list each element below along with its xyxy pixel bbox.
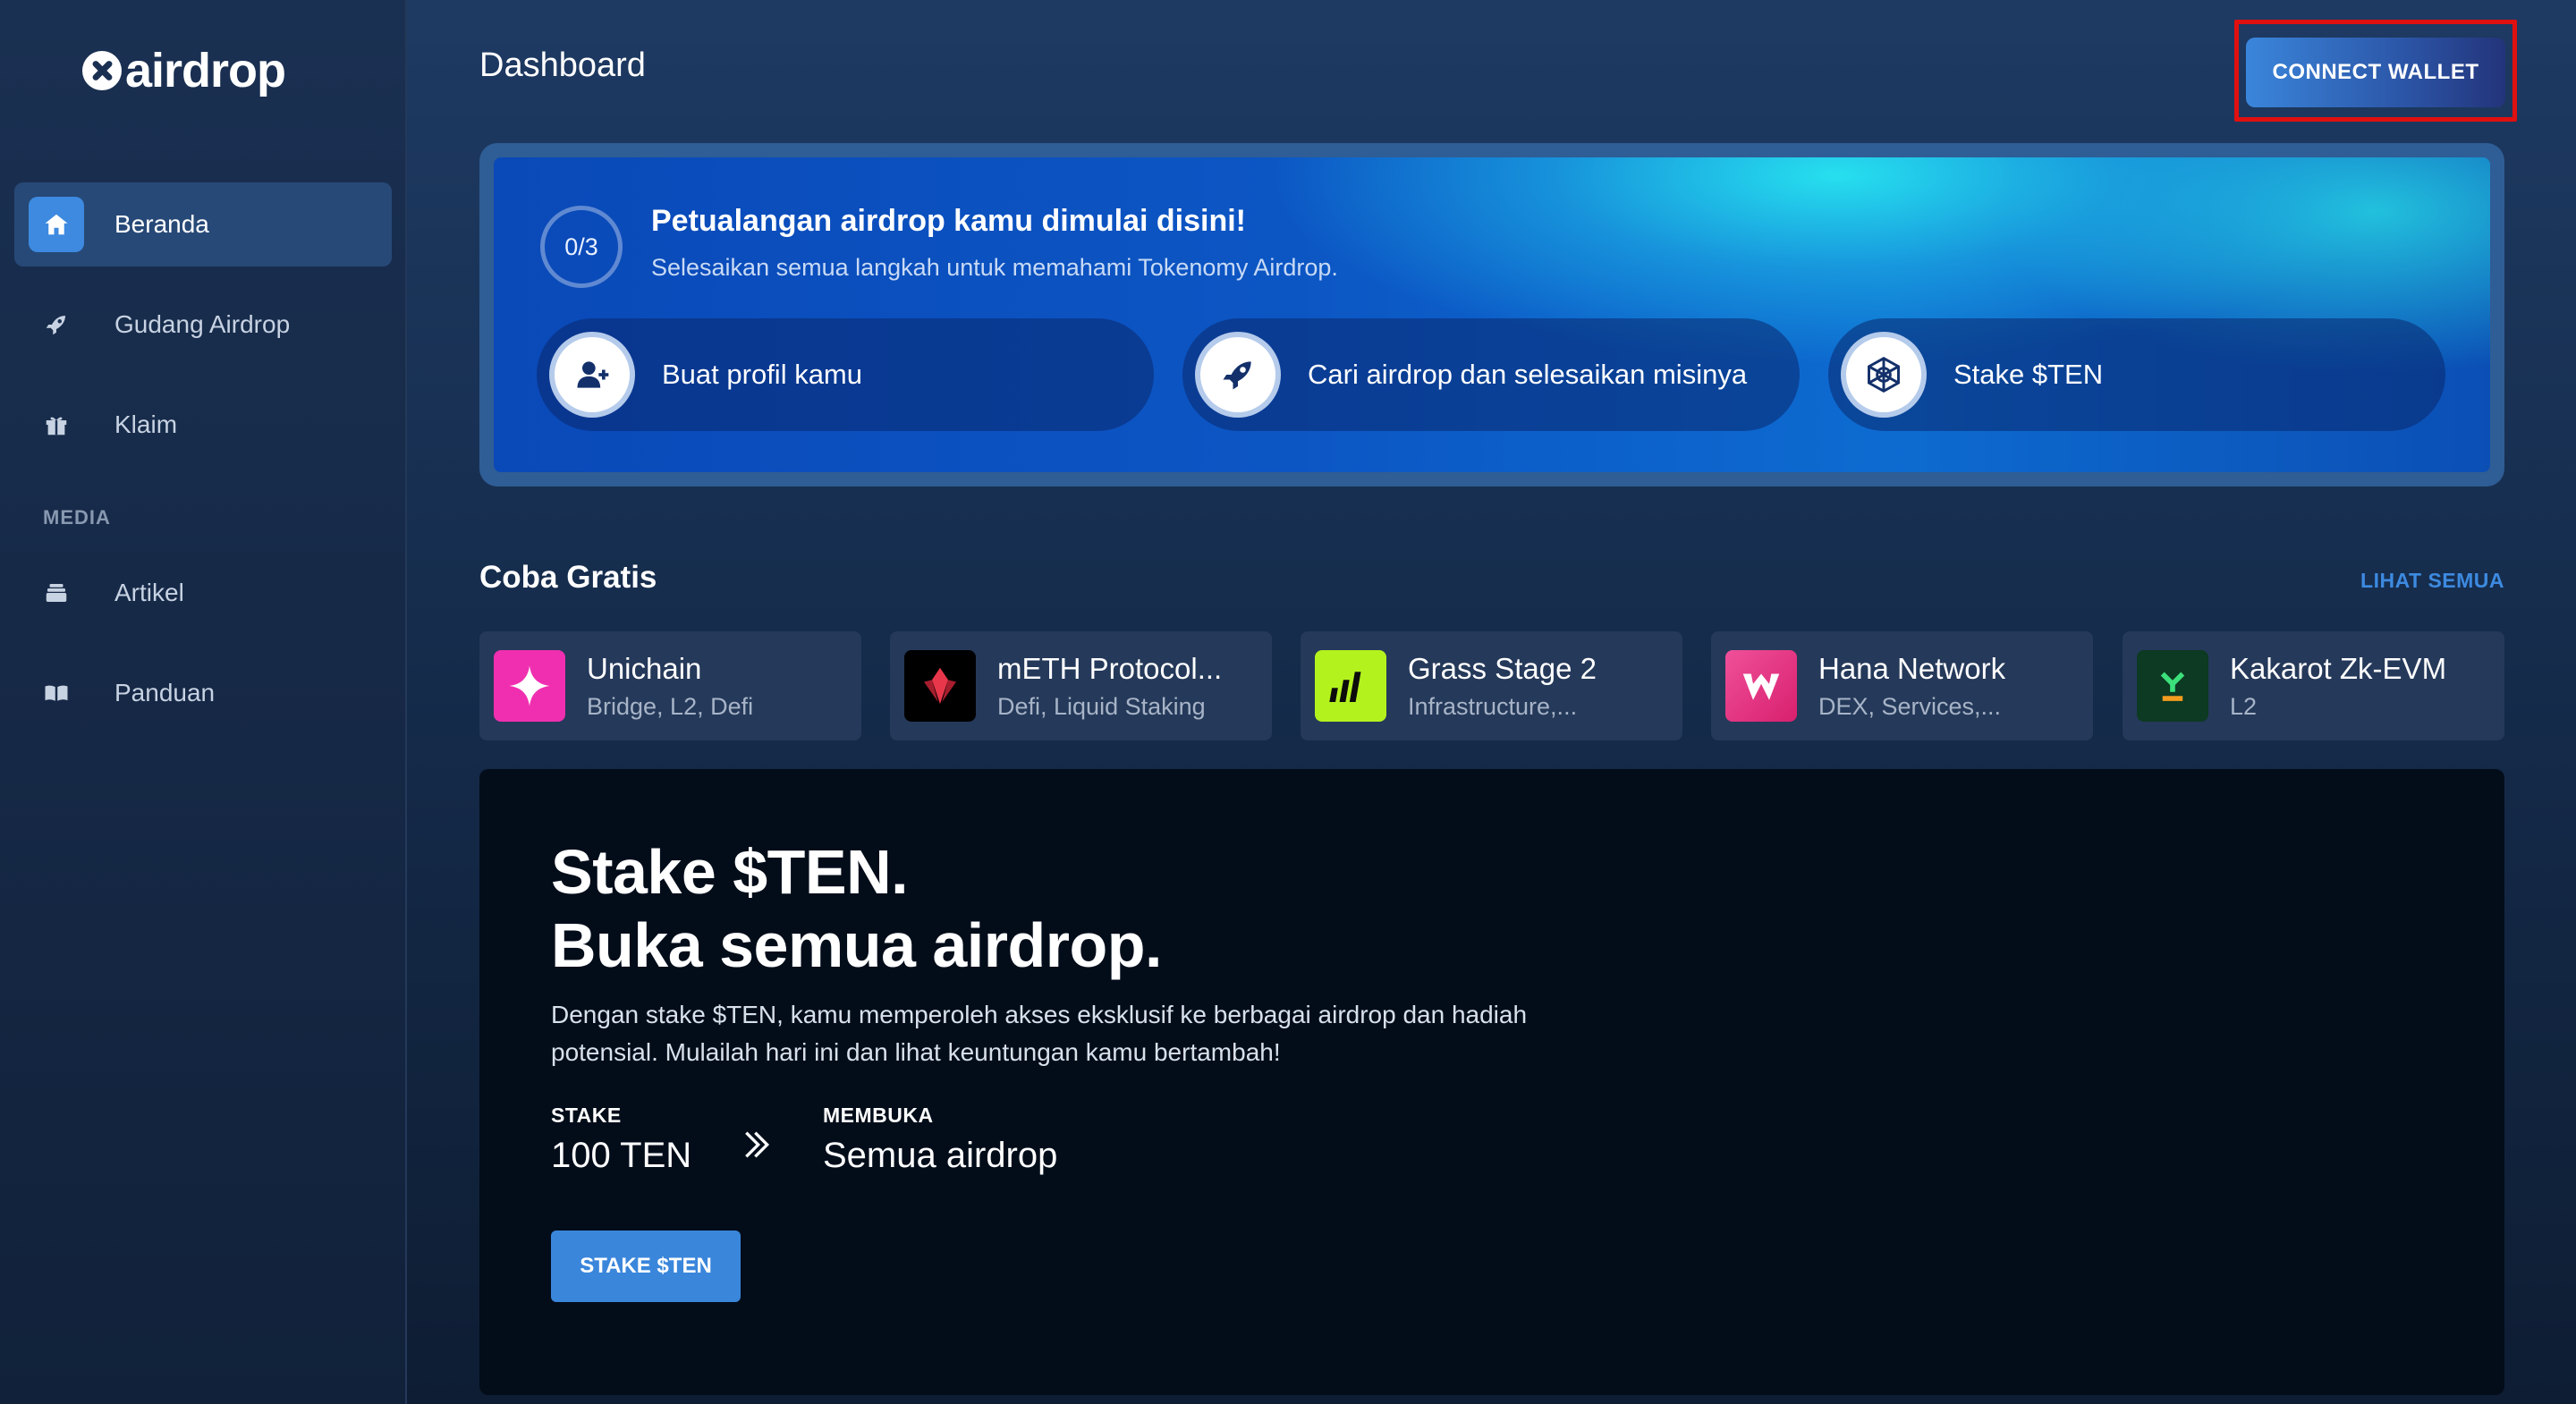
stake-description: Dengan stake $TEN, kamu memperoleh akses…: [551, 1001, 1528, 1066]
gift-icon: [29, 397, 84, 452]
kakarot-logo-icon: [2137, 650, 2208, 722]
journey-subtitle: Selesaikan semua langkah untuk memahami …: [651, 254, 1338, 281]
sidebar-item-label: Klaim: [114, 410, 178, 438]
stake-headline: Stake $TEN. Buka semua airdrop.: [551, 835, 1162, 982]
home-icon: [29, 197, 84, 252]
page-title: Dashboard: [479, 47, 646, 84]
progress-indicator: 0/3: [540, 206, 623, 288]
card-name: Unichain: [587, 651, 702, 685]
double-chevron-right-icon: [745, 1131, 770, 1158]
grass-logo-icon: [1315, 650, 1386, 722]
brand-name: airdrop: [125, 44, 286, 97]
project-card-hana[interactable]: Hana Network DEX, Services,...: [1711, 631, 2093, 740]
step-stake-ten[interactable]: Stake $TEN: [1828, 318, 2445, 431]
logo-mark-icon: [82, 51, 122, 90]
sidebar-item-label: Panduan: [114, 679, 216, 706]
network-icon: [1841, 332, 1927, 418]
media-section-label: MEDIA: [43, 506, 111, 529]
card-tags: Infrastructure,...: [1408, 692, 1578, 720]
card-name: mETH Protocol...: [997, 651, 1223, 685]
sidebar-item-artikel[interactable]: Artikel: [14, 551, 392, 635]
project-card-kakarot[interactable]: Kakarot Zk-EVM L2: [2123, 631, 2504, 740]
connect-wallet-button[interactable]: CONNECT WALLET: [2246, 38, 2505, 107]
see-all-link[interactable]: LIHAT SEMUA: [2360, 569, 2504, 593]
sidebar-item-gudang-airdrop[interactable]: Gudang Airdrop: [14, 283, 392, 367]
sidebar-item-klaim[interactable]: Klaim: [14, 383, 392, 467]
sidebar-item-beranda[interactable]: Beranda: [14, 182, 392, 266]
brand-logo[interactable]: airdrop: [82, 39, 286, 102]
sidebar-item-label: Beranda: [114, 210, 209, 238]
hana-logo-icon: [1725, 650, 1797, 722]
card-tags: Bridge, L2, Defi: [587, 692, 754, 720]
sidebar: airdrop Beranda Gudang Airdrop Klaim MED…: [0, 0, 407, 1404]
card-tags: DEX, Services,...: [1818, 692, 2002, 720]
step-create-profile[interactable]: Buat profil kamu: [537, 318, 1154, 431]
unlock-value: Semua airdrop: [823, 1136, 1058, 1175]
stake-amount-value: 100 TEN: [551, 1136, 692, 1175]
rocket-icon: [1195, 332, 1281, 418]
sparkle-icon: [494, 650, 565, 722]
card-name: Hana Network: [1818, 651, 2006, 685]
card-name: Kakarot Zk-EVM: [2230, 651, 2447, 685]
connect-wallet-highlight: CONNECT WALLET: [2234, 20, 2517, 122]
rocket-icon: [29, 297, 84, 352]
project-card-meth[interactable]: mETH Protocol... Defi, Liquid Staking: [890, 631, 1272, 740]
card-name: Grass Stage 2: [1408, 651, 1597, 685]
project-card-grass[interactable]: Grass Stage 2 Infrastructure,...: [1301, 631, 1682, 740]
card-tags: L2: [2230, 692, 2258, 720]
journey-banner-inner: 0/3 Petualangan airdrop kamu dimulai dis…: [494, 157, 2490, 472]
card-tags: Defi, Liquid Staking: [997, 692, 1206, 720]
stake-headline-line-1: Stake $TEN.: [551, 837, 909, 907]
stake-panel: Stake $TEN. Buka semua airdrop. Dengan s…: [479, 769, 2504, 1395]
step-label: Stake $TEN: [1953, 359, 2104, 390]
step-find-airdrop[interactable]: Cari airdrop dan selesaikan misinya: [1182, 318, 1800, 431]
step-label: Cari airdrop dan selesaikan misinya: [1308, 359, 1748, 390]
project-card-unichain[interactable]: Unichain Bridge, L2, Defi: [479, 631, 861, 740]
add-user-icon: [549, 332, 635, 418]
unlock-label: MEMBUKA: [823, 1104, 934, 1127]
journey-title: Petualangan airdrop kamu dimulai disini!: [651, 204, 1247, 238]
journey-banner: 0/3 Petualangan airdrop kamu dimulai dis…: [479, 143, 2504, 486]
sidebar-item-label: Artikel: [114, 579, 184, 606]
book-icon: [29, 665, 84, 721]
sidebar-item-panduan[interactable]: Panduan: [14, 651, 392, 735]
sidebar-item-label: Gudang Airdrop: [114, 310, 291, 338]
free-section-title: Coba Gratis: [479, 560, 657, 595]
stake-amount-label: STAKE: [551, 1104, 622, 1127]
stake-ten-button[interactable]: STAKE $TEN: [551, 1231, 741, 1302]
archive-icon: [29, 565, 84, 621]
stake-headline-line-2: Buka semua airdrop.: [551, 910, 1162, 980]
meth-logo-icon: [904, 650, 976, 722]
step-label: Buat profil kamu: [662, 359, 862, 390]
